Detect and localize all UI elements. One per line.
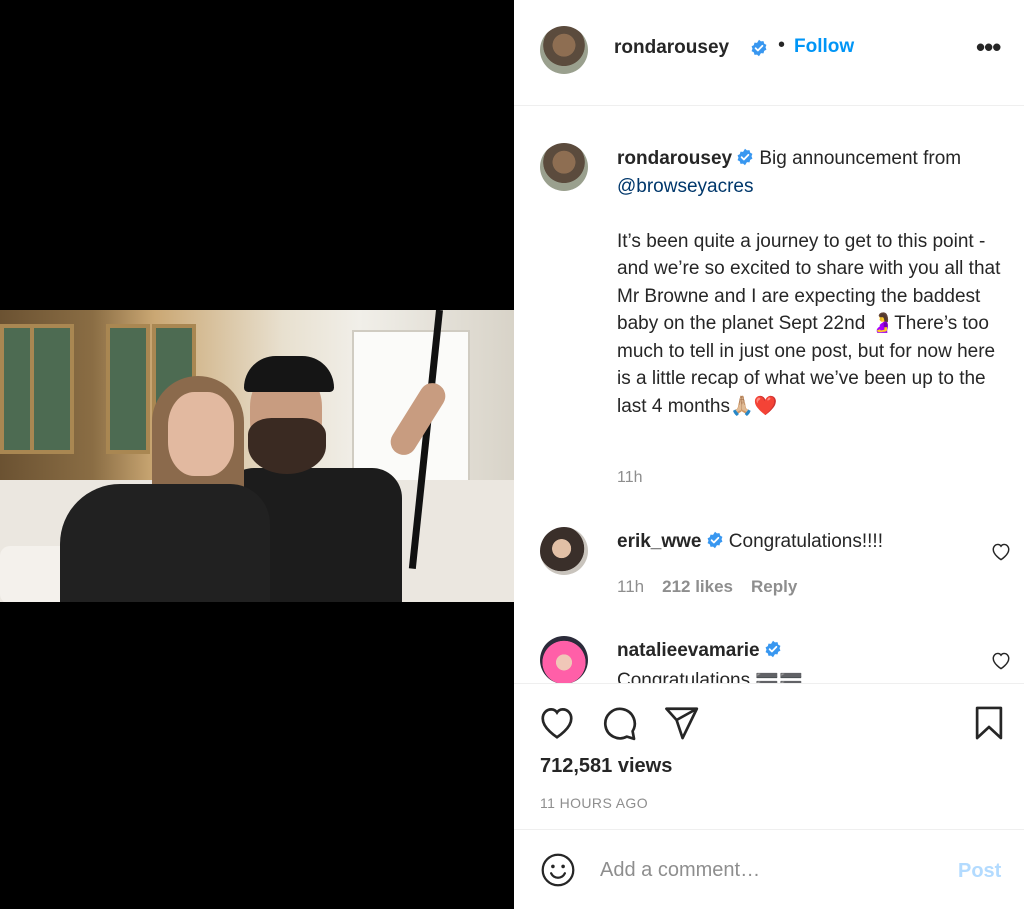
post-comment-button[interactable]: Post <box>958 860 1001 883</box>
heart-icon[interactable] <box>990 650 1012 670</box>
add-comment-bar: Post <box>514 829 1024 909</box>
more-options-icon[interactable]: ••• <box>976 32 1001 63</box>
action-bar: 712,581 views 11 HOURS AGO <box>514 683 1024 829</box>
post-timestamp[interactable]: 11 HOURS AGO <box>540 795 648 811</box>
author-username[interactable]: rondarousey <box>614 37 729 59</box>
caption-intro: Big announcement from <box>759 148 962 169</box>
verified-badge-icon <box>765 640 781 658</box>
comment-text: Congratulations 🟰🟰 <box>617 670 803 683</box>
comments-list[interactable]: rondarousey Big announcement from @brows… <box>514 107 1024 683</box>
caption-body: It’s been quite a journey to get to this… <box>617 230 1001 417</box>
caption-mention-link[interactable]: @browseyacres <box>617 176 754 197</box>
caption-timestamp[interactable]: 11h <box>617 469 643 487</box>
verified-badge-icon <box>737 148 753 166</box>
heart-icon[interactable] <box>990 541 1012 561</box>
follow-button[interactable]: Follow <box>794 36 854 58</box>
comment-text: Congratulations!!!! <box>728 531 883 552</box>
comment-input[interactable] <box>600 852 930 888</box>
caption-text: rondarousey Big announcement from @brows… <box>617 145 1012 420</box>
bookmark-icon[interactable] <box>970 704 1008 742</box>
caption-avatar[interactable] <box>540 143 588 191</box>
woman-figure <box>60 372 270 602</box>
share-icon[interactable] <box>662 704 700 742</box>
post-panel: rondarousey • Follow ••• rondarousey Big… <box>514 0 1024 909</box>
heart-icon[interactable] <box>538 704 576 742</box>
view-count[interactable]: 712,581 views <box>540 755 672 778</box>
comment-meta: 11h 212 likes Reply <box>617 577 815 597</box>
verified-badge-icon <box>751 39 767 57</box>
reply-button[interactable]: Reply <box>751 577 797 596</box>
comment-body: natalieevamarie Congratulations 🟰🟰 <box>617 640 803 683</box>
comment-body: erik_wwe Congratulations!!!! <box>617 531 883 553</box>
comment-icon[interactable] <box>600 704 638 742</box>
comment-time[interactable]: 11h <box>617 577 644 596</box>
video-frame[interactable] <box>0 310 514 602</box>
commenter-username[interactable]: erik_wwe <box>617 531 702 552</box>
commenter-avatar[interactable] <box>540 527 588 575</box>
post-header: rondarousey • Follow ••• <box>514 0 1024 106</box>
comment-likes[interactable]: 212 likes <box>662 577 733 596</box>
post-media[interactable] <box>0 0 514 909</box>
separator-dot: • <box>778 34 786 56</box>
commenter-username[interactable]: natalieevamarie <box>617 640 760 661</box>
smiley-icon[interactable] <box>540 852 576 888</box>
author-avatar[interactable] <box>540 26 588 74</box>
verified-badge-icon <box>707 531 722 549</box>
commenter-avatar[interactable] <box>540 636 588 683</box>
caption-username[interactable]: rondarousey <box>617 148 732 169</box>
